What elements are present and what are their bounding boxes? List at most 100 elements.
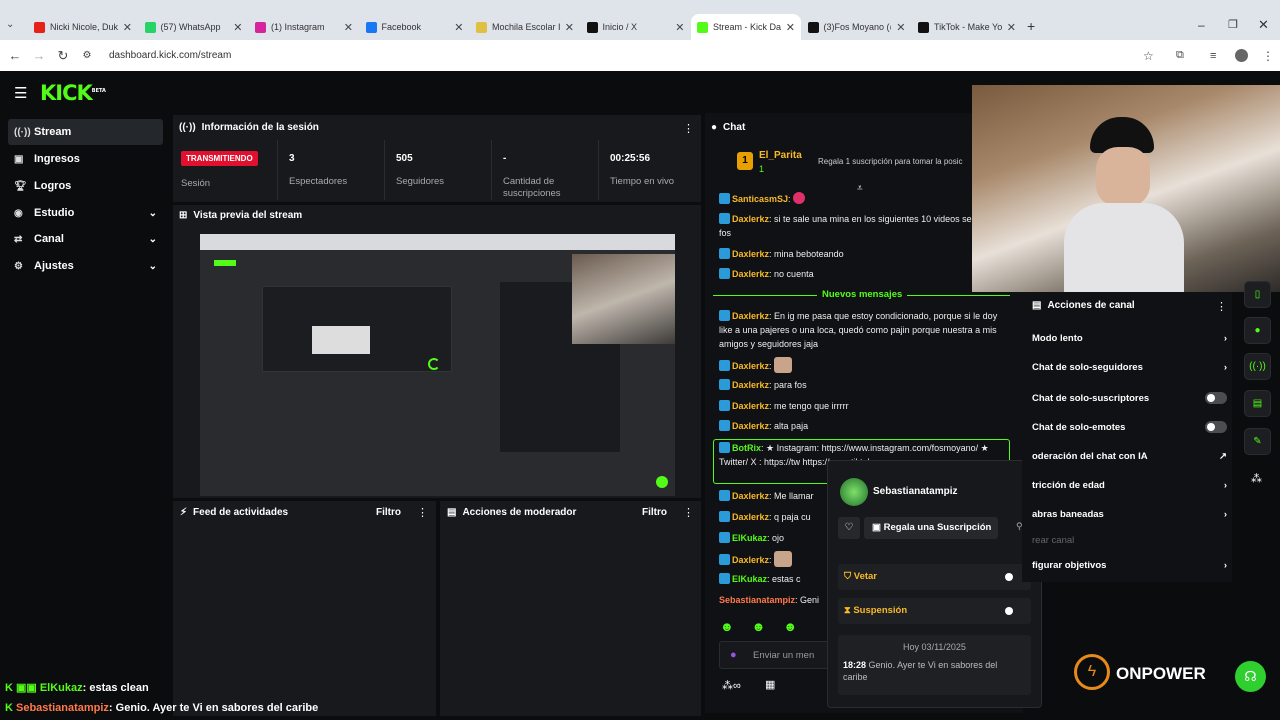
chat-username[interactable]: Daxlerkz xyxy=(732,214,769,224)
action-slow-mode[interactable]: Modo lento › xyxy=(1032,333,1227,344)
gift-subscription-button[interactable]: ▣ Regala una Suscripción xyxy=(864,517,998,539)
action-ai-moderation[interactable]: oderación del chat con IA ↗ xyxy=(1032,451,1227,462)
emotes-only-toggle[interactable] xyxy=(1205,421,1227,433)
minimize-button[interactable]: – xyxy=(1198,18,1205,32)
user-badge-icon xyxy=(719,248,730,259)
url-field[interactable]: dashboard.kick.com/stream xyxy=(109,50,231,61)
close-window-button[interactable]: ✕ xyxy=(1258,17,1269,33)
chat-username[interactable]: Daxlerkz xyxy=(732,401,769,411)
chat-input[interactable]: ● Enviar un men xyxy=(719,641,829,669)
feed-filter-button[interactable]: Filtro xyxy=(376,507,401,518)
tab-close-icon[interactable]: ✕ xyxy=(675,21,684,34)
tab-favicon-icon xyxy=(255,21,266,33)
extensions-icon[interactable]: ⧉ xyxy=(1176,49,1184,62)
chat-username[interactable]: Daxlerkz xyxy=(732,491,769,501)
stat-value: 505 xyxy=(396,153,413,164)
profile-avatar[interactable] xyxy=(1235,49,1248,62)
media-icon[interactable]: ≡ xyxy=(1210,50,1216,62)
chat-username[interactable]: ElKukaz xyxy=(732,533,767,543)
chat-username[interactable]: ElKukaz xyxy=(732,574,767,584)
action-create-channel[interactable]: rear canal xyxy=(1032,535,1227,546)
browser-tab[interactable]: Mochila Escolar Ir ✕ xyxy=(470,14,580,40)
chat-username[interactable]: Daxlerkz xyxy=(732,380,769,390)
tab-close-icon[interactable]: ✕ xyxy=(565,21,574,34)
sidebar-item-estudio[interactable]: ◉ Estudio ⌄ xyxy=(8,200,163,226)
hamburger-menu-icon[interactable]: ☰ xyxy=(14,84,27,102)
action-followers-only[interactable]: Chat de solo-seguidores › xyxy=(1032,362,1227,373)
tab-close-icon[interactable]: ✕ xyxy=(896,21,905,34)
emote-shortcuts[interactable]: ☻☻☻ xyxy=(720,619,815,634)
chat-username[interactable]: Sebastianatampiz xyxy=(719,595,795,605)
chat-username[interactable]: Daxlerkz xyxy=(732,555,769,565)
help-chat-button[interactable]: ☊ xyxy=(1235,661,1266,692)
stream-preview-video[interactable] xyxy=(200,234,675,496)
browser-tab[interactable]: (57) WhatsApp ✕ xyxy=(139,14,249,40)
rail-wrench-icon[interactable]: ✎ xyxy=(1244,428,1271,455)
sidebar-item-ingresos[interactable]: ▣ Ingresos xyxy=(8,146,163,172)
browser-tab[interactable]: Nicki Nicole, Duk ✕ xyxy=(28,14,138,40)
back-icon[interactable]: ← xyxy=(3,48,27,63)
tab-close-icon[interactable]: ✕ xyxy=(123,21,132,34)
browser-menu-icon[interactable]: ⋮ xyxy=(1262,49,1274,63)
site-info-icon[interactable]: ⚙ xyxy=(75,50,99,61)
pinned-username[interactable]: El_Parita xyxy=(759,150,802,161)
rail-notes-icon[interactable]: ▯ xyxy=(1244,281,1271,308)
chat-username[interactable]: SanticasmSJ xyxy=(732,194,788,204)
action-label: Modo lento xyxy=(1032,333,1083,344)
sidebar-item-stream[interactable]: ((·)) Stream xyxy=(8,119,163,145)
rail-chat-icon[interactable]: ● xyxy=(1244,317,1271,344)
tab-close-icon[interactable]: ✕ xyxy=(454,21,463,34)
maximize-button[interactable]: ❐ xyxy=(1228,18,1238,31)
chat-message: Daxlerkz: Me llamar xyxy=(719,489,824,503)
chat-settings-icon[interactable]: ⁂∞ xyxy=(722,679,741,692)
chat-username[interactable]: Daxlerkz xyxy=(732,512,769,522)
browser-tab[interactable]: TikTok - Make You ✕ xyxy=(912,14,1022,40)
chevron-down-icon: ⌄ xyxy=(148,233,157,245)
chat-username[interactable]: Daxlerkz xyxy=(732,249,769,259)
tab-title: (1) Instagram xyxy=(271,22,325,32)
action-banned-words[interactable]: abras baneadas › xyxy=(1032,509,1227,520)
chat-username[interactable]: Daxlerkz xyxy=(732,311,769,321)
tab-list-chevron-icon[interactable]: ⌄ xyxy=(6,19,14,30)
modactions-filter-button[interactable]: Filtro xyxy=(642,507,667,518)
browser-tab[interactable]: (1) Instagram ✕ xyxy=(249,14,359,40)
action-configure-goals[interactable]: figurar objetivos › xyxy=(1032,560,1227,571)
rail-broadcast-icon[interactable]: ((·)) xyxy=(1244,353,1271,380)
browser-tab[interactable]: (3)Fos Moyano (@ ✕ xyxy=(802,14,912,40)
overlay-text-1: : estas clean xyxy=(82,682,149,694)
user-badge-icon xyxy=(719,554,730,565)
browser-tab[interactable]: Inicio / X ✕ xyxy=(581,14,691,40)
action-age-restriction[interactable]: tricción de edad › xyxy=(1032,480,1227,491)
modactions-menu-icon[interactable]: ⋮ xyxy=(683,506,694,519)
bookmark-star-icon[interactable]: ☆ xyxy=(1143,49,1154,63)
action-label: Chat de solo-seguidores xyxy=(1032,362,1143,373)
tab-close-icon[interactable]: ✕ xyxy=(786,21,795,34)
sidebar-item-logros[interactable]: 🏆︎ Logros xyxy=(8,173,163,199)
tab-close-icon[interactable]: ✕ xyxy=(1007,21,1016,34)
channel-actions-menu-icon[interactable]: ⋮ xyxy=(1216,300,1227,313)
chat-username[interactable]: Daxlerkz xyxy=(732,269,769,279)
rail-layout-icon[interactable]: ▤ xyxy=(1244,390,1271,417)
tab-favicon-icon xyxy=(144,21,156,33)
forward-icon[interactable]: → xyxy=(27,48,51,63)
popup-username[interactable]: Sebastianatampiz xyxy=(873,486,957,497)
feed-menu-icon[interactable]: ⋮ xyxy=(417,506,428,519)
rail-more-icon[interactable]: ⁂ xyxy=(1251,472,1262,485)
logo-beta-tag: BETA xyxy=(91,88,106,94)
sidebar-item-ajustes[interactable]: ⚙ Ajustes ⌄ xyxy=(8,253,163,279)
chat-username[interactable]: Daxlerkz xyxy=(732,421,769,431)
follow-heart-button[interactable]: ♡ xyxy=(838,517,860,539)
browser-tab[interactable]: Stream - Kick Das ✕ xyxy=(691,14,801,40)
subscribers-only-toggle[interactable] xyxy=(1205,392,1227,404)
browser-tab[interactable]: Facebook ✕ xyxy=(360,14,470,40)
reload-icon[interactable]: ↻ xyxy=(51,48,75,64)
chat-username[interactable]: Daxlerkz xyxy=(732,361,769,371)
session-menu-icon[interactable]: ⋮ xyxy=(683,122,694,135)
kick-logo[interactable]: KICKBETA xyxy=(40,81,106,105)
session-title-text: Información de la sesión xyxy=(201,122,319,133)
new-tab-button[interactable]: + xyxy=(1027,18,1035,34)
store-icon[interactable]: ▦ xyxy=(765,678,775,691)
tab-close-icon[interactable]: ✕ xyxy=(233,21,242,34)
tab-close-icon[interactable]: ✕ xyxy=(344,21,353,34)
sidebar-item-canal[interactable]: ⇄ Canal ⌄ xyxy=(8,226,163,252)
